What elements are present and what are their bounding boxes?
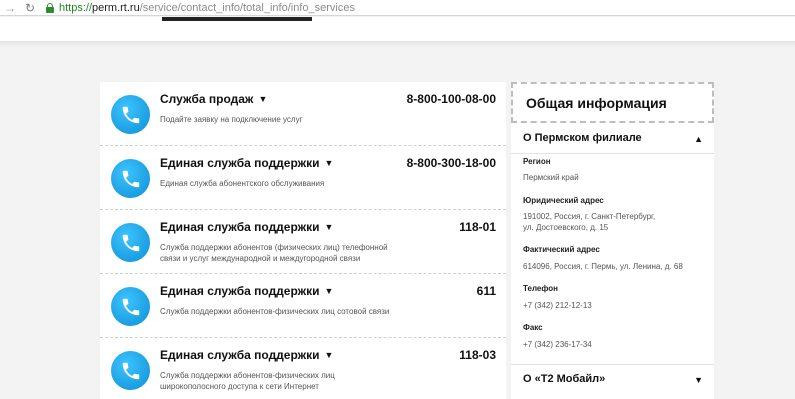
browser-address-bar: → ↻ https:// perm.rt.ru /service/contact…: [0, 0, 795, 16]
chevron-down-icon[interactable]: ▼: [325, 350, 334, 360]
triangle-up-icon[interactable]: ▲: [694, 134, 703, 144]
service-description: Служба поддержки абонентов-физических ли…: [160, 371, 335, 391]
legal-address-label: Юридический адрес: [523, 196, 604, 205]
actual-address-label: Фактический адрес: [523, 245, 600, 254]
phone-icon: [111, 95, 150, 134]
chevron-down-icon[interactable]: ▼: [325, 158, 334, 168]
triangle-down-icon[interactable]: ▼: [694, 375, 703, 385]
service-item[interactable]: Единая служба поддержки ▼ Служба поддержк…: [100, 210, 506, 274]
service-description: Подайте заявку на подключение услуг: [160, 115, 303, 124]
service-title[interactable]: Единая служба поддержки ▼: [160, 220, 333, 234]
region-value: Пермский край: [523, 173, 579, 182]
back-icon[interactable]: →: [3, 1, 17, 15]
service-item[interactable]: Единая служба поддержки ▼ Служба поддержк…: [100, 274, 506, 338]
fax-value: +7 (342) 236-17-34: [523, 340, 592, 349]
service-phone: 118-03: [459, 348, 496, 362]
section-perm-branch[interactable]: О Пермском филиале ▲: [511, 124, 714, 154]
phone-icon: [111, 287, 150, 326]
chevron-down-icon[interactable]: ▼: [325, 222, 334, 232]
service-title[interactable]: Служба продаж ▼: [160, 92, 267, 106]
service-item[interactable]: Служба продаж ▼ Подайте заявку на подключ…: [100, 82, 506, 146]
region-label: Регион: [523, 157, 551, 166]
service-phone: 118-01: [459, 220, 496, 234]
service-item[interactable]: Единая служба поддержки ▼ Единая служба а…: [100, 146, 506, 210]
service-phone: 8-800-100-08-00: [406, 92, 496, 106]
general-info-panel: Общая информация О Пермском филиале ▲ Ре…: [511, 82, 714, 399]
service-description: Единая служба абонентского обслуживания: [160, 179, 325, 188]
reload-icon[interactable]: ↻: [23, 1, 37, 15]
service-title[interactable]: Единая служба поддержки ▼: [160, 284, 333, 298]
general-info-title: Общая информация: [526, 95, 667, 111]
url-scheme: https://: [59, 1, 93, 14]
url-host: perm.rt.ru: [92, 1, 140, 14]
phone-icon: [111, 351, 150, 390]
phone-icon: [111, 223, 150, 262]
general-info-header: Общая информация: [511, 82, 714, 123]
service-title[interactable]: Единая служба поддержки ▼: [160, 348, 333, 362]
service-phone: 8-800-300-18-00: [406, 156, 496, 170]
service-item[interactable]: Единая служба поддержки ▼ Служба поддержк…: [100, 338, 506, 399]
service-title[interactable]: Единая служба поддержки ▼: [160, 156, 333, 170]
section-title: О Пермском филиале: [523, 132, 642, 144]
actual-address-value: 614096, Россия, г. Пермь, ул. Ленина, д.…: [523, 262, 683, 271]
chevron-down-icon[interactable]: ▼: [258, 94, 267, 104]
header-shadow: [0, 41, 795, 47]
services-list: Служба продаж ▼ Подайте заявку на подключ…: [100, 82, 506, 399]
service-description: Служба поддержки абонентов (физических л…: [160, 243, 388, 263]
chevron-down-icon[interactable]: ▼: [325, 286, 334, 296]
lock-icon: [45, 2, 55, 14]
header-text-cut: [162, 17, 312, 23]
section-t2-mobile[interactable]: О «Т2 Мобайл» ▼: [511, 365, 714, 395]
service-description: Служба поддержки абонентов-физических ли…: [160, 307, 390, 316]
url-path: /service/contact_info/total_info/info_se…: [139, 1, 355, 14]
fax-label: Факс: [523, 323, 543, 332]
phone-icon: [111, 159, 150, 198]
service-phone: 611: [476, 284, 496, 298]
phone-value: +7 (342) 212-12-13: [523, 301, 592, 310]
section-title: О «Т2 Мобайл»: [523, 373, 606, 385]
legal-address-value: 191002, Россия, г. Санкт-Петербург, ул. …: [523, 212, 656, 232]
phone-label: Телефон: [523, 284, 558, 293]
url-field[interactable]: https:// perm.rt.ru /service/contact_inf…: [45, 1, 355, 15]
